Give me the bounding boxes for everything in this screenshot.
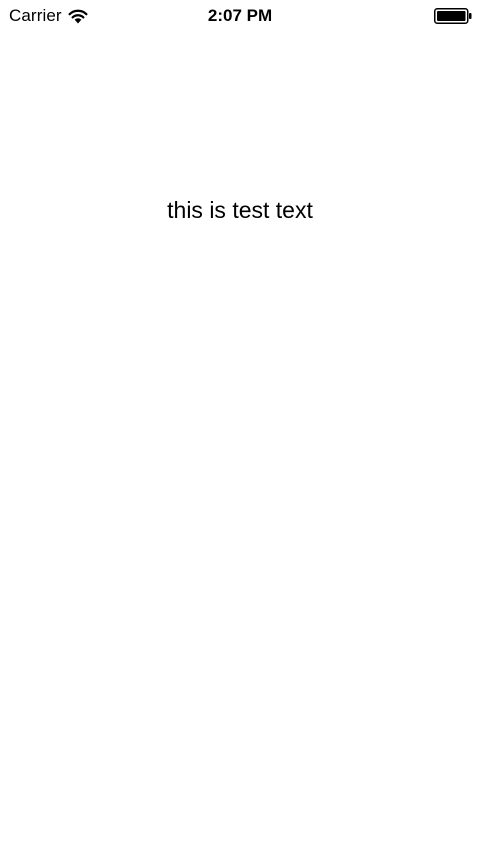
status-time: 2:07 PM xyxy=(207,6,273,25)
battery-full-icon xyxy=(434,8,472,24)
test-text: this is test text xyxy=(167,197,313,223)
status-bar: Carrier 2:07 PM xyxy=(0,0,480,32)
